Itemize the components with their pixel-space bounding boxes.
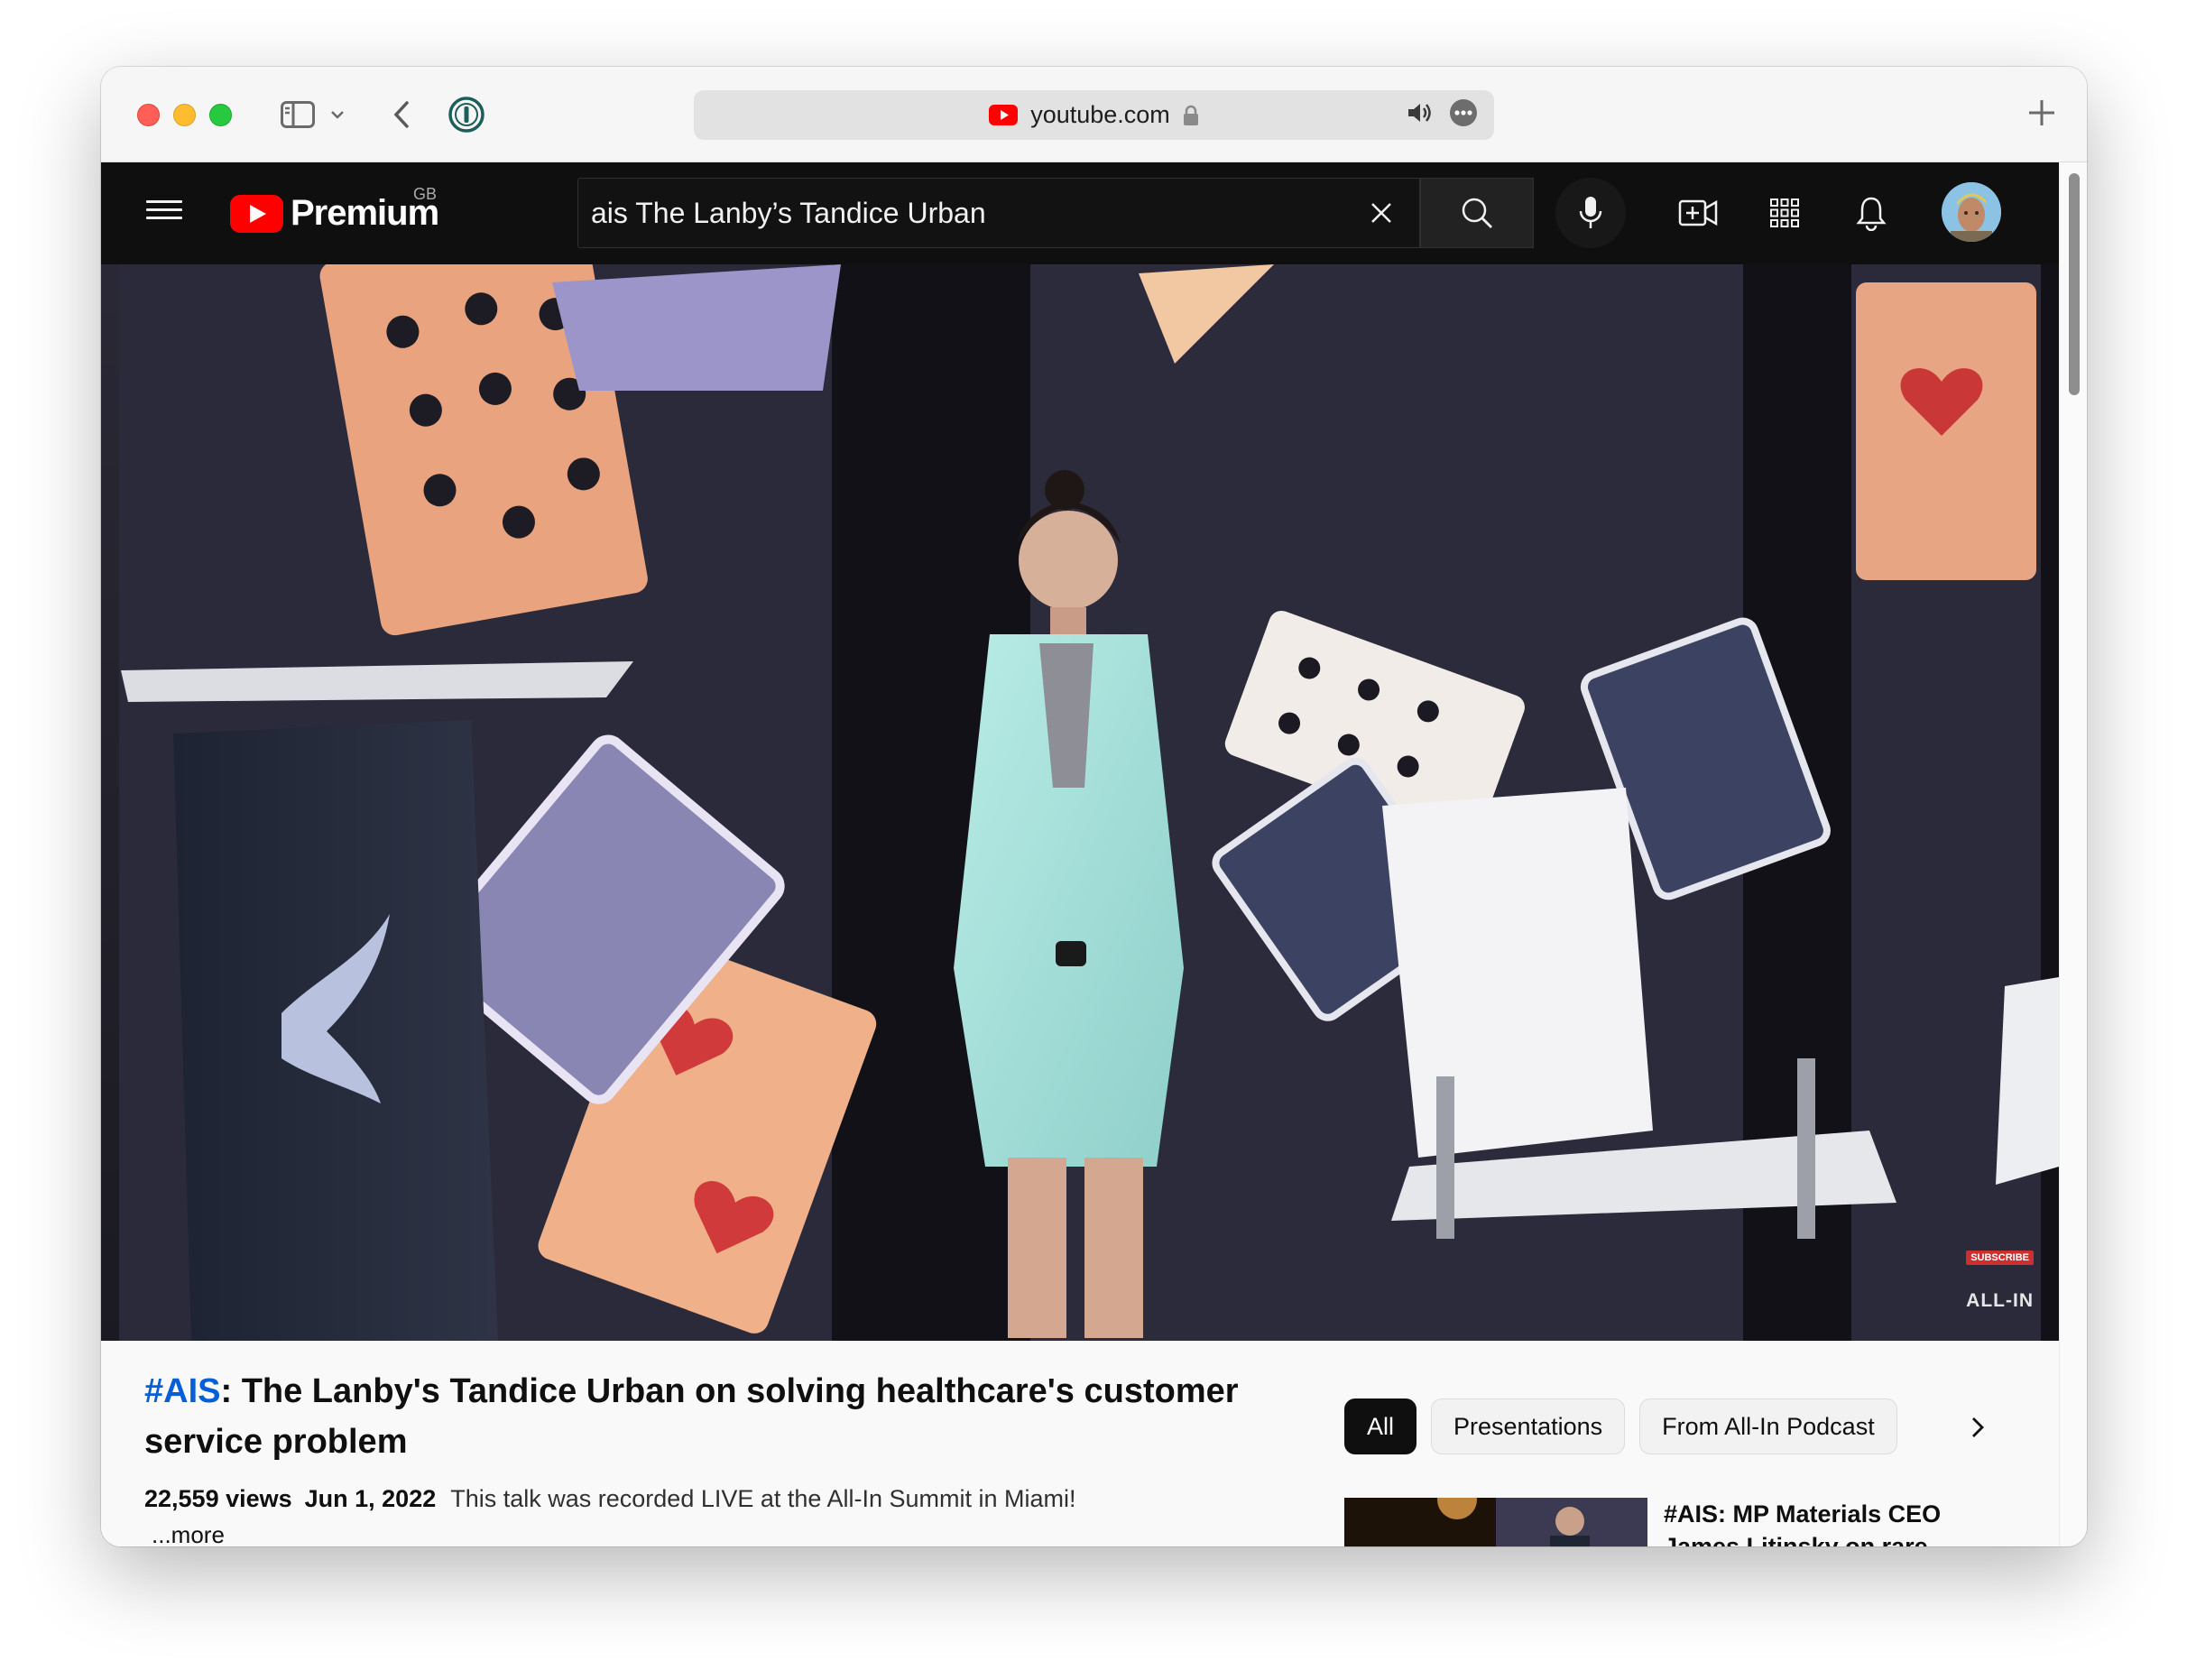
related-filter-chips: All Presentations From All-In Podcast — [1344, 1398, 1897, 1454]
microphone-icon[interactable] — [1555, 178, 1626, 248]
lock-icon — [1183, 105, 1198, 125]
address-bar[interactable]: youtube.com — [694, 90, 1494, 140]
youtube-page: Premium GB ais The Lanby’s Tandice Urban… — [101, 162, 2059, 1546]
more-icon[interactable] — [1449, 98, 1478, 127]
speaker-icon[interactable] — [1406, 99, 1433, 126]
channel-watermark[interactable]: SUBSCRIBE ALL-IN — [1966, 1249, 2034, 1312]
title-hashtag-link[interactable]: #AIS — [144, 1372, 220, 1410]
upload-date: Jun 1, 2022 — [304, 1485, 437, 1512]
youtube-play-logo-icon — [230, 194, 283, 233]
chevron-right-icon[interactable] — [1961, 1411, 1994, 1444]
close-window-button[interactable] — [137, 104, 160, 126]
back-icon[interactable] — [388, 94, 415, 135]
search-input[interactable] — [591, 195, 1313, 231]
scrollbar-thumb[interactable] — [2069, 173, 2080, 395]
channel-brand: ALL-IN — [1966, 1290, 2034, 1311]
chip-all[interactable]: All — [1344, 1398, 1417, 1454]
address-text: youtube.com — [1030, 101, 1170, 128]
menu-icon[interactable] — [146, 195, 182, 231]
youtube-premium-logo[interactable]: Premium — [230, 193, 439, 234]
view-count: 22,559 views — [144, 1485, 292, 1512]
safari-window: youtube.com Premium GB ais The Lanby’s T… — [101, 67, 2087, 1546]
more-link[interactable]: ...more — [152, 1521, 225, 1546]
create-video-icon[interactable] — [1675, 189, 1721, 236]
youtube-favicon-icon — [989, 105, 1019, 125]
plus-icon[interactable] — [2027, 92, 2056, 134]
sidebar-icon[interactable] — [278, 94, 318, 135]
search-icon[interactable] — [1420, 178, 1534, 248]
chip-presentations[interactable]: Presentations — [1431, 1398, 1626, 1454]
title-text: : The Lanby's Tandice Urban on solving h… — [144, 1372, 1239, 1461]
video-frame-illustration — [101, 264, 2059, 1341]
subscribe-badge[interactable]: SUBSCRIBE — [1966, 1251, 2034, 1265]
video-title: #AIS: The Lanby's Tandice Urban on solvi… — [144, 1366, 1281, 1467]
video-details-area: #AIS: The Lanby's Tandice Urban on solvi… — [101, 1341, 2059, 1546]
chevron-down-icon[interactable] — [328, 94, 346, 135]
avatar[interactable] — [1942, 182, 2001, 242]
recommended-video[interactable]: #AIS: MP Materials CEO James Litinsky on… — [1344, 1498, 1961, 1546]
minimize-window-button[interactable] — [173, 104, 196, 126]
recommended-title[interactable]: #AIS: MP Materials CEO James Litinsky on… — [1664, 1498, 1961, 1546]
video-player[interactable]: SUBSCRIBE ALL-IN — [101, 264, 2059, 1341]
apps-grid-icon[interactable] — [1761, 189, 1808, 236]
zoom-window-button[interactable] — [209, 104, 232, 126]
password-manager-icon[interactable] — [446, 94, 487, 135]
chip-from-all-in-podcast[interactable]: From All-In Podcast — [1639, 1398, 1897, 1454]
page-scrollbar[interactable] — [2059, 162, 2087, 1546]
clear-icon[interactable] — [1363, 195, 1399, 231]
recommended-thumbnail[interactable] — [1344, 1498, 1647, 1546]
browser-toolbar: youtube.com — [101, 67, 2087, 162]
notifications-bell-icon[interactable] — [1848, 189, 1895, 236]
youtube-masthead: Premium GB — [101, 162, 2059, 264]
search-box — [577, 178, 1420, 248]
description-snippet: This talk was recorded LIVE at the All-I… — [450, 1485, 1076, 1512]
video-meta[interactable]: 22,559 views Jun 1, 2022 This talk was r… — [144, 1485, 1075, 1513]
country-code: GB — [413, 185, 438, 203]
